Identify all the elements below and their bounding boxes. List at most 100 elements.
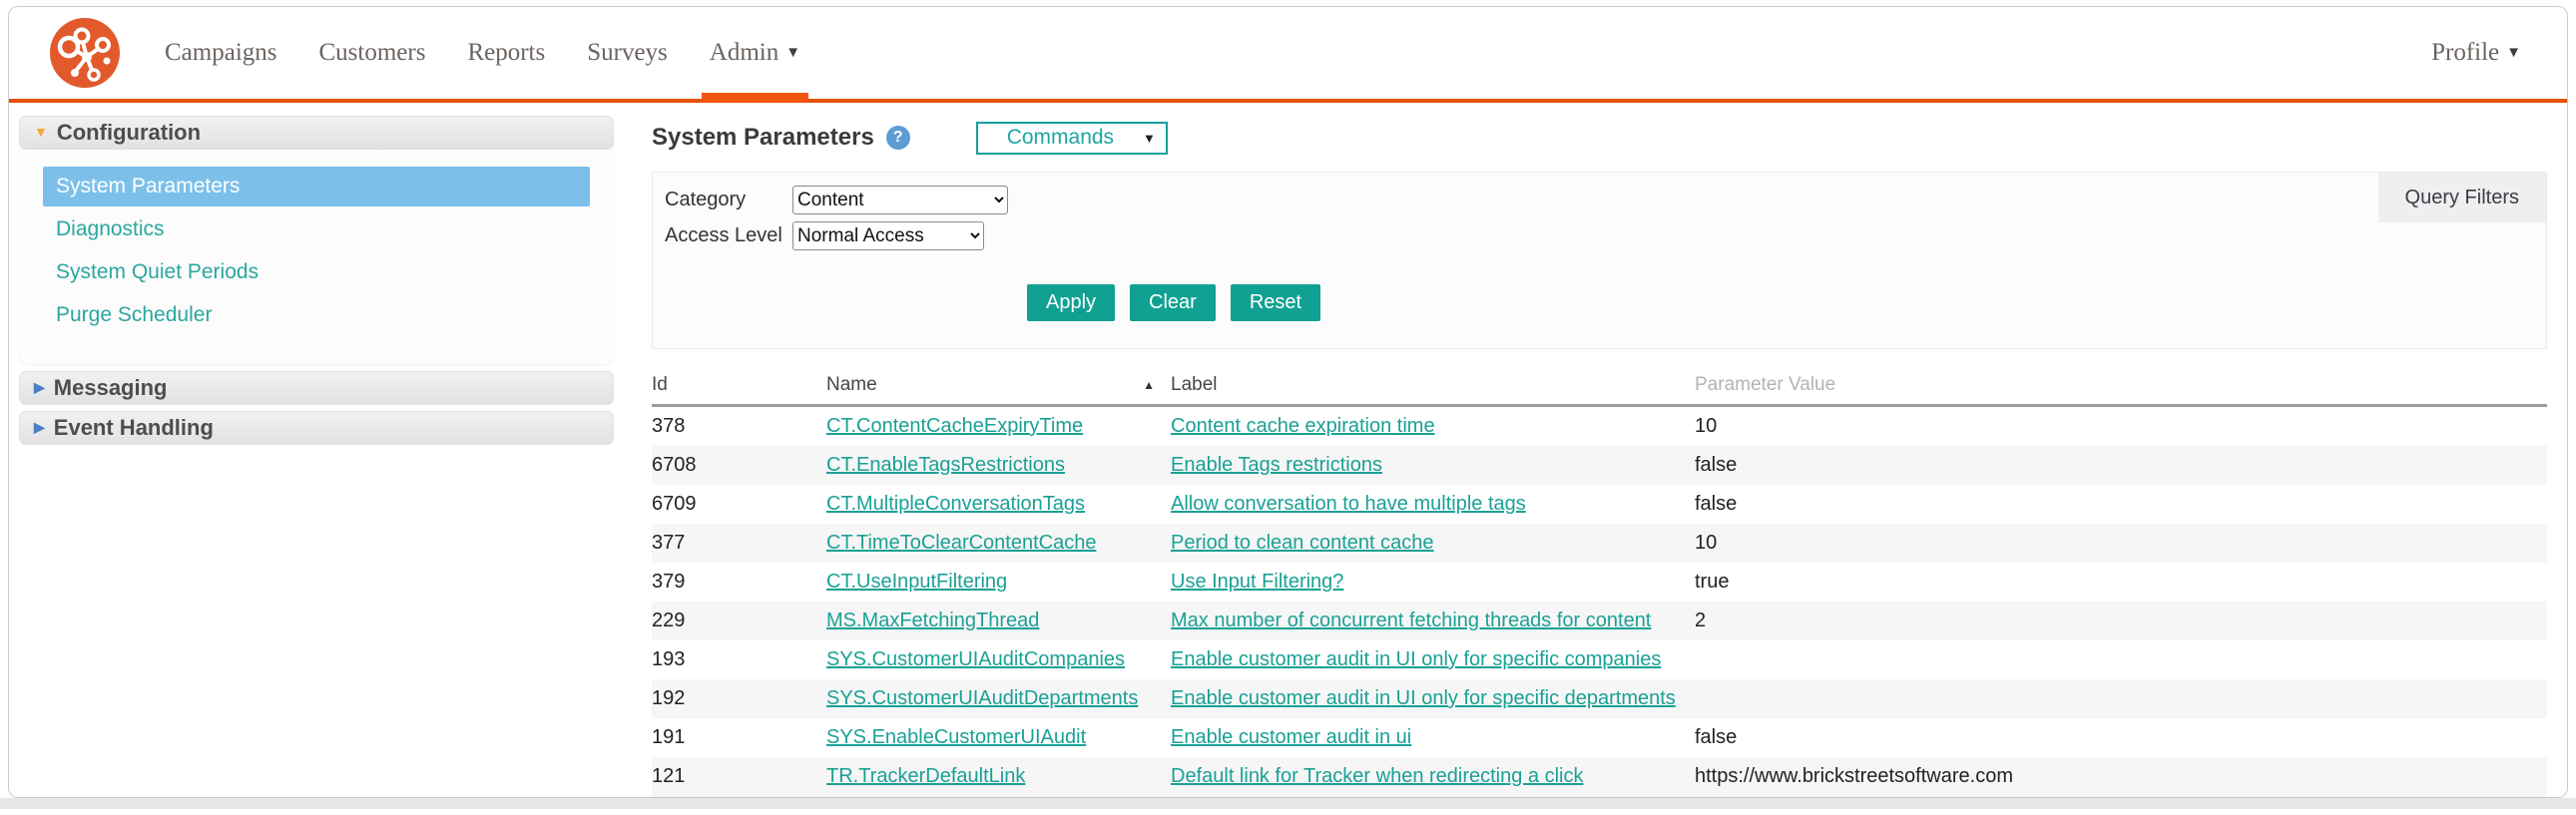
cell-name: SYS.CustomerUIAuditDepartments [826,687,1171,710]
parameter-label-link[interactable]: Content cache expiration time [1171,415,1435,437]
parameter-name-link[interactable]: CT.MultipleConversationTags [826,493,1085,515]
query-filters-tab[interactable]: Query Filters [2377,173,2546,222]
cell-parameter-value: 10 [1695,415,1718,437]
caret-down-icon: ▼ [2506,44,2521,61]
reset-button[interactable]: Reset [1230,284,1321,321]
table-row: 6708 CT.EnableTagsRestrictions Enable Tags… [652,446,2547,485]
nav-item-label: Campaigns [165,39,277,66]
sidebar-item-diagnostics[interactable]: Diagnostics [43,209,590,249]
top-nav: Campaigns Customers Reports Surveys Admin ▼ P… [9,7,2567,103]
sidebar-section-configuration[interactable]: ▼ Configuration [19,116,614,150]
table-row: 377 CT.TimeToClearContentCache Period to c… [652,524,2547,563]
sidebar-section-panel: System Parameters Diagnostics System Quiet… [19,150,614,364]
cell-label: Max number of concurrent fetching thread… [1171,610,1695,632]
cell-id: 379 [652,571,686,593]
main-content: System Parameters ? Commands ▼ Query Fil… [614,103,2567,797]
nav-item-label: Reports [467,39,546,66]
cell-id: 121 [652,765,686,787]
access-level-select[interactable]: Normal Access [792,221,984,250]
parameter-label-link[interactable]: Allow conversation to have multiple tags [1171,493,1526,515]
sidebar-section-messaging[interactable]: ▶ Messaging [19,371,614,405]
table-row: 193 SYS.CustomerUIAuditCompanies Enable cu… [652,640,2547,679]
nav-item-reports[interactable]: Reports [467,7,545,99]
parameter-name-link[interactable]: SYS.CustomerUIAuditDepartments [826,687,1138,709]
parameter-label-link[interactable]: Period to clean content cache [1171,532,1434,554]
parameters-table: Id Name ▲ Label Parameter Value 378 CT.Conten… [652,368,2547,797]
cell-parameter-value: false [1695,454,1738,476]
page-title: System Parameters [652,124,874,151]
nav-item-admin[interactable]: Admin ▼ [701,7,809,103]
cell-name: CT.ContentCacheExpiryTime [826,415,1171,438]
parameter-name-link[interactable]: CT.ContentCacheExpiryTime [826,415,1083,437]
table-row: 378 CT.ContentCacheExpiryTime Content cach… [652,407,2547,446]
page-bottom-strip [0,798,2576,809]
sidebar-item-purge-scheduler[interactable]: Purge Scheduler [43,295,590,335]
filter-fields: Category Content Access Level Normal Access [653,173,2546,250]
cell-name: SYS.CustomerUIAuditCompanies [826,648,1171,671]
parameter-label-link[interactable]: Enable customer audit in UI only for spe… [1171,648,1661,670]
nav-item-campaigns[interactable]: Campaigns [165,7,277,99]
brickstreet-logo-icon[interactable] [49,17,121,89]
table-row: 229 MS.MaxFetchingThread Max number of con… [652,602,2547,640]
commands-label: Commands [1006,126,1115,149]
parameter-name-link[interactable]: CT.UseInputFiltering [826,571,1007,593]
apply-button[interactable]: Apply [1027,284,1116,321]
parameter-name-link[interactable]: SYS.CustomerUIAuditCompanies [826,648,1125,670]
table-row: 379 CT.UseInputFiltering Use Input Filteri… [652,563,2547,602]
column-header-id[interactable]: Id [652,374,826,396]
column-header-label: Id [652,374,668,395]
cell-label: Enable customer audit in UI only for spe… [1171,648,1695,671]
cell-name: TR.TrackerDefaultLink [826,765,1171,788]
cell-id: 229 [652,610,686,631]
parameter-label-link[interactable]: Default link for Tracker when redirectin… [1171,765,1584,787]
sidebar-item-system-quiet-periods[interactable]: System Quiet Periods [43,252,590,292]
nav-item-surveys[interactable]: Surveys [587,7,668,99]
cell-name: CT.MultipleConversationTags [826,493,1171,516]
nav-item-label: Customers [318,39,426,66]
parameter-name-link[interactable]: CT.TimeToClearContentCache [826,532,1096,554]
clear-button[interactable]: Clear [1130,284,1216,321]
column-header-name[interactable]: Name ▲ [826,374,1171,396]
nav-item-label: Surveys [587,39,668,66]
parameter-name-link[interactable]: TR.TrackerDefaultLink [826,765,1025,787]
cell-id: 191 [652,726,686,748]
filter-buttons: Apply Clear Reset [1027,284,1321,321]
cell-name: CT.EnableTagsRestrictions [826,454,1171,477]
cell-name: SYS.EnableCustomerUIAudit [826,726,1171,749]
category-select[interactable]: Content [792,186,1008,214]
commands-dropdown[interactable]: Commands ▼ [975,121,1168,155]
parameter-name-link[interactable]: CT.EnableTagsRestrictions [826,454,1065,476]
table-header-row: Id Name ▲ Label Parameter Value [652,368,2547,407]
expand-icon: ▶ [34,418,45,435]
cell-parameter-value: true [1695,571,1730,593]
sidebar-section-event-handling[interactable]: ▶ Event Handling [19,411,614,445]
parameter-label-link[interactable]: Enable customer audit in UI only for spe… [1171,687,1676,709]
parameter-label-link[interactable]: Enable Tags restrictions [1171,454,1382,476]
caret-down-icon: ▼ [1142,130,1156,146]
parameter-label-link[interactable]: Enable customer audit in ui [1171,726,1411,748]
parameter-label-link[interactable]: Use Input Filtering? [1171,571,1343,593]
sidebar-section-label: Configuration [56,120,202,145]
table-row: 192 SYS.CustomerUIAuditDepartments Enable … [652,679,2547,718]
caret-down-icon: ▼ [785,44,801,61]
nav-item-customers[interactable]: Customers [319,7,426,99]
cell-parameter-value: false [1695,493,1738,515]
profile-menu[interactable]: Profile ▼ [2431,7,2521,99]
cell-parameter-value: 10 [1695,532,1718,554]
sidebar-item-system-parameters[interactable]: System Parameters [43,167,590,206]
column-header-parameter-value[interactable]: Parameter Value [1695,374,2547,396]
table-row: 121 TR.TrackerDefaultLink Default link for… [652,757,2547,796]
parameter-name-link[interactable]: SYS.EnableCustomerUIAudit [826,726,1086,748]
column-header-label[interactable]: Label [1171,374,1695,396]
cell-id: 6708 [652,454,697,476]
sort-asc-icon[interactable]: ▲ [1143,378,1155,392]
help-icon[interactable]: ? [885,126,910,150]
cell-id: 377 [652,532,686,554]
cell-label: Period to clean content cache [1171,532,1695,555]
parameter-label-link[interactable]: Max number of concurrent fetching thread… [1171,610,1651,631]
parameter-name-link[interactable]: MS.MaxFetchingThread [826,610,1039,631]
filter-field-category: Category Content [665,186,2546,214]
cell-name: MS.MaxFetchingThread [826,610,1171,632]
expand-icon: ▶ [34,378,45,395]
table-footer [652,796,2547,797]
